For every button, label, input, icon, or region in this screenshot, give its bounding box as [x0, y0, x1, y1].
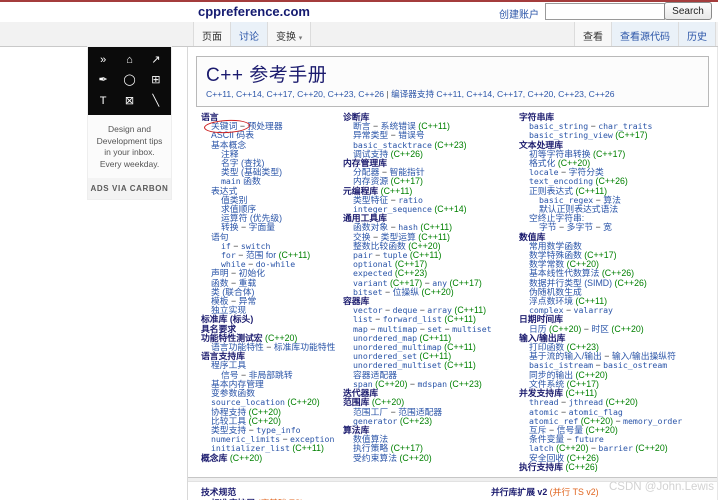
home-icon: ⌂: [126, 53, 133, 66]
separator: −: [593, 222, 604, 233]
link[interactable]: 宽: [603, 222, 612, 232]
link[interactable]: 受约束算法: [353, 453, 397, 463]
link[interactable]: 关键词: [211, 121, 237, 131]
link[interactable]: multiset: [452, 324, 491, 334]
search-button[interactable]: Search: [664, 2, 712, 20]
main-content: C++ 参考手册 C++11, C++14, C++17, C++20, C++…: [187, 47, 718, 500]
link[interactable]: 位操纵: [393, 287, 419, 297]
link[interactable]: 函数: [241, 176, 261, 186]
line-tool-icon: ╲: [152, 95, 160, 108]
version-tag[interactable]: (并行 TS v2): [547, 487, 599, 497]
link[interactable]: mdspan: [417, 379, 447, 389]
version-tag[interactable]: (C++20): [285, 397, 319, 407]
version-tag[interactable]: (C++26): [563, 462, 597, 472]
list-item: 技术规范: [201, 487, 491, 498]
link[interactable]: 标准库功能特性: [274, 342, 336, 352]
speech-bubble-icon: ◯: [123, 74, 136, 87]
link[interactable]: memory_order: [623, 416, 682, 426]
tab-group-right: 查看 查看源代码 历史: [574, 22, 716, 46]
title-box: C++ 参考手册 C++11, C++14, C++17, C++20, C++…: [196, 56, 709, 107]
page-title: C++ 参考手册: [206, 65, 328, 86]
separator: −: [263, 342, 274, 353]
tab-view[interactable]: 查看: [574, 22, 611, 46]
ad-icon-grid: » ⌂ ↗ ✒ ◯ ⊞ T ⊠ ╲: [88, 47, 171, 115]
section-link[interactable]: 概念库: [201, 453, 227, 463]
tab-discussion[interactable]: 讨论: [230, 22, 267, 46]
link[interactable]: 多字节: [567, 222, 593, 232]
ads-via-carbon-label[interactable]: ADS VIA CARBON: [88, 178, 171, 199]
separator: −: [563, 305, 574, 316]
list-item: 关键词 − 预处理器: [201, 118, 343, 135]
top-bar: cppreference.com 创建账户 Search: [0, 2, 718, 22]
tab-group-left: 页面 讨论 变换 ▾: [193, 22, 312, 46]
link[interactable]: barrier: [598, 443, 633, 453]
tab-page[interactable]: 页面: [193, 22, 230, 46]
version-tag[interactable]: (C++20): [633, 443, 667, 453]
create-account-link[interactable]: 创建账户: [499, 6, 539, 21]
red-ellipse-annotation: 关键词: [203, 118, 251, 135]
carbon-ad[interactable]: » ⌂ ↗ ✒ ◯ ⊞ T ⊠ ╲ Design and Development…: [88, 47, 171, 199]
list-item: 概念库 (C++20): [201, 453, 343, 463]
column-libraries-2: 字符串库 basic_string − char_traits basic_stri…: [519, 112, 717, 472]
link[interactable]: 字面量: [249, 222, 275, 232]
version-tag[interactable]: (C++14): [432, 204, 466, 214]
tab-variants-label: 变换: [276, 32, 296, 43]
version-tag[interactable]: (C++17): [591, 149, 625, 159]
version-tag[interactable]: (C++20): [397, 453, 431, 463]
separator: −: [407, 378, 418, 389]
section-link[interactable]: 并行库扩展 v2: [491, 487, 547, 497]
version-tag[interactable]: (C++20): [227, 453, 262, 463]
version-tag[interactable]: (C++11): [442, 360, 476, 370]
cursor-plus-icon: ↗: [151, 53, 161, 66]
compiler-support-links[interactable]: 编译器支持 C++11, C++14, C++17, C++20, C++23,…: [391, 89, 614, 99]
section-link[interactable]: 执行支持库: [519, 462, 563, 472]
separator: −: [382, 286, 393, 297]
cpp-version-links[interactable]: C++11, C++14, C++17, C++20, C++23, C++26: [206, 89, 384, 99]
version-tag[interactable]: (C++23): [447, 379, 481, 389]
list-item: 执行支持库 (C++26): [519, 462, 717, 472]
tab-view-source[interactable]: 查看源代码: [611, 22, 678, 46]
ad-text[interactable]: Design and Development tips in your inbo…: [88, 115, 171, 178]
site-logo: cppreference.com: [198, 4, 310, 19]
search-input[interactable]: [545, 3, 665, 20]
text-tool-icon: T: [99, 95, 107, 108]
version-tag[interactable]: (C++20): [419, 287, 453, 297]
column-language: 语言 关键词 − 预处理器 ASCII 码表 基本概念 注释 名字 (查找) 类型 (基础类…: [201, 112, 343, 472]
version-tag[interactable]: (C++11): [290, 443, 324, 453]
link[interactable]: 时区: [591, 324, 609, 334]
double-chevron-icon: »: [100, 53, 107, 66]
pen-nib-icon: ✒: [98, 74, 108, 87]
separator: −: [238, 222, 249, 233]
chevron-down-icon: ▾: [298, 35, 303, 42]
link[interactable]: valarray: [574, 305, 613, 315]
separator: −: [556, 222, 567, 233]
version-tag[interactable]: (C++17): [613, 130, 647, 140]
envelope-icon: ⊠: [124, 95, 135, 108]
list-item: 受约束算法 (C++20): [343, 453, 519, 463]
version-tag[interactable]: (C++23): [397, 416, 432, 426]
tab-history[interactable]: 历史: [678, 22, 716, 46]
link-columns: 语言 关键词 − 预处理器 ASCII 码表 基本概念 注释 名字 (查找) 类型 (基础类…: [188, 111, 717, 472]
separator: −: [581, 323, 592, 334]
list-item: 字节 − 多字节 − 宽: [519, 223, 717, 232]
version-tag[interactable]: (C++26): [612, 278, 647, 288]
version-tag[interactable]: (C++20): [609, 324, 643, 334]
column-libraries-1: 诊断库 断言 − 系统错误 (C++11) 异常类型 − 错误号 basic_stac…: [343, 112, 519, 472]
link[interactable]: basic_ostream: [603, 360, 667, 370]
watermark: CSDN @John.Lewis: [609, 481, 714, 493]
page-icon: ⊞: [151, 74, 161, 87]
version-tag[interactable]: (C++26): [388, 149, 423, 159]
version-tag[interactable]: (C++23): [432, 140, 466, 150]
tech-spec-left: 技术规范标准库扩展 (库基础 TS)resource_adaptor − inv…: [201, 487, 491, 500]
section-link[interactable]: 技术规范: [201, 487, 236, 497]
tab-bar: 页面 讨论 变换 ▾ 查看 查看源代码 历史: [0, 22, 718, 47]
version-links-row: C++11, C++14, C++17, C++20, C++23, C++26…: [206, 88, 699, 100]
tab-variants[interactable]: 变换 ▾: [267, 22, 312, 46]
